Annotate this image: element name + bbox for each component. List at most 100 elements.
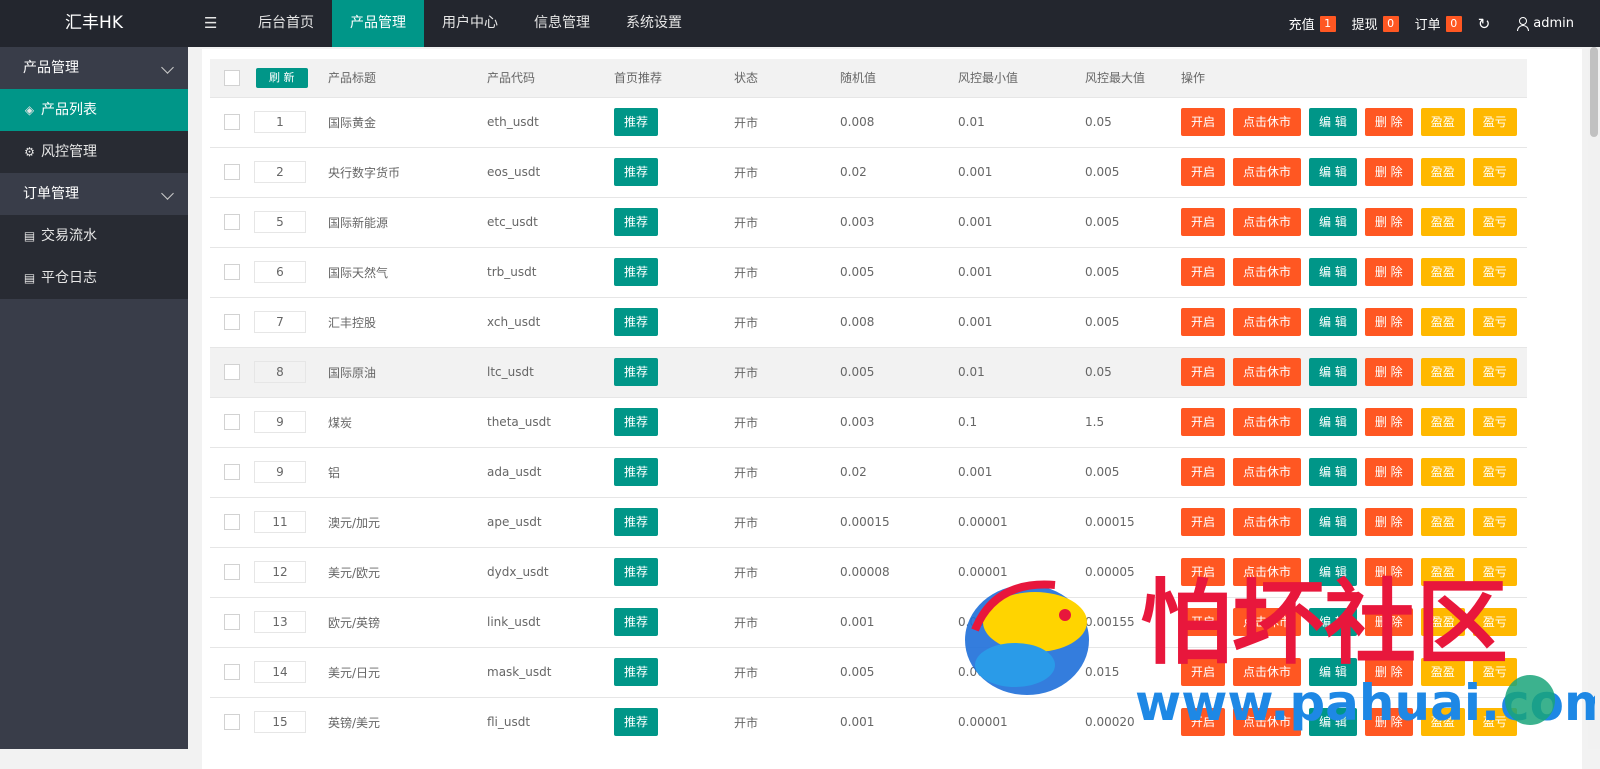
edit-button[interactable]: 编 辑 — [1309, 708, 1357, 737]
topnav-home[interactable]: 后台首页 — [240, 0, 332, 47]
delete-button[interactable]: 删 除 — [1364, 708, 1413, 737]
loss-button[interactable]: 盈亏 — [1472, 558, 1517, 586]
row-checkbox[interactable] — [224, 564, 240, 580]
delete-button[interactable]: 删 除 — [1364, 508, 1413, 536]
loss-button[interactable]: 盈亏 — [1472, 208, 1517, 236]
delete-button[interactable]: 删 除 — [1364, 208, 1413, 236]
loss-button[interactable]: 盈亏 — [1472, 608, 1517, 636]
edit-button[interactable]: 编 辑 — [1309, 108, 1357, 136]
menu-toggle-icon[interactable]: ☰ — [204, 14, 220, 32]
recommend-button[interactable]: 推荐 — [614, 358, 659, 386]
refresh-button[interactable]: 刷 新 — [256, 67, 308, 88]
open-button[interactable]: 开启 — [1181, 158, 1226, 186]
row-checkbox[interactable] — [224, 214, 240, 230]
close-market-button[interactable]: 点击休市 — [1233, 408, 1302, 436]
open-button[interactable]: 开启 — [1181, 658, 1226, 686]
edit-button[interactable]: 编 辑 — [1309, 608, 1357, 636]
sort-input[interactable]: 1 — [254, 111, 306, 133]
edit-button[interactable]: 编 辑 — [1309, 508, 1357, 536]
sidebar-item-close-log[interactable]: ▤ 平仓日志 — [0, 257, 188, 299]
sort-input[interactable]: 5 — [254, 211, 306, 233]
row-checkbox[interactable] — [224, 264, 240, 280]
close-market-button[interactable]: 点击休市 — [1233, 508, 1302, 536]
close-market-button[interactable]: 点击休市 — [1233, 458, 1302, 486]
row-checkbox[interactable] — [224, 114, 240, 130]
delete-button[interactable]: 删 除 — [1364, 158, 1413, 186]
profit-button[interactable]: 盈盈 — [1420, 458, 1465, 486]
profit-button[interactable]: 盈盈 — [1420, 208, 1465, 236]
scrollbar-thumb[interactable] — [1590, 47, 1598, 137]
row-checkbox[interactable] — [224, 664, 240, 680]
edit-button[interactable]: 编 辑 — [1309, 658, 1357, 686]
topnav-users[interactable]: 用户中心 — [424, 0, 516, 47]
loss-button[interactable]: 盈亏 — [1472, 258, 1517, 286]
sort-input[interactable]: 7 — [254, 311, 306, 333]
profit-button[interactable]: 盈盈 — [1420, 408, 1465, 436]
recommend-button[interactable]: 推荐 — [614, 658, 659, 686]
recommend-button[interactable]: 推荐 — [614, 258, 659, 286]
recommend-button[interactable]: 推荐 — [614, 458, 659, 486]
profit-button[interactable]: 盈盈 — [1420, 558, 1465, 586]
app-logo[interactable]: 汇丰HK — [0, 0, 188, 47]
loss-button[interactable]: 盈亏 — [1472, 408, 1517, 436]
close-market-button[interactable]: 点击休市 — [1233, 708, 1302, 737]
topnav-settings[interactable]: 系统设置 — [608, 0, 700, 47]
sort-input[interactable]: 13 — [254, 611, 306, 633]
close-market-button[interactable]: 点击休市 — [1233, 358, 1302, 386]
topnav-info[interactable]: 信息管理 — [516, 0, 608, 47]
profit-button[interactable]: 盈盈 — [1420, 258, 1465, 286]
row-checkbox[interactable] — [224, 414, 240, 430]
recommend-button[interactable]: 推荐 — [614, 208, 659, 236]
sort-input[interactable]: 9 — [254, 461, 306, 483]
sort-input[interactable]: 15 — [254, 711, 306, 734]
open-button[interactable]: 开启 — [1181, 308, 1226, 336]
edit-button[interactable]: 编 辑 — [1309, 558, 1357, 586]
open-button[interactable]: 开启 — [1181, 708, 1226, 737]
recharge-link[interactable]: 充值 1 — [1289, 14, 1336, 33]
sort-input[interactable]: 9 — [254, 411, 306, 433]
sort-input[interactable]: 11 — [254, 511, 306, 533]
row-checkbox[interactable] — [224, 614, 240, 630]
sidebar-item-risk[interactable]: ⚙ 风控管理 — [0, 131, 188, 173]
row-checkbox[interactable] — [224, 164, 240, 180]
profit-button[interactable]: 盈盈 — [1420, 658, 1465, 686]
delete-button[interactable]: 删 除 — [1364, 358, 1413, 386]
close-market-button[interactable]: 点击休市 — [1233, 208, 1302, 236]
edit-button[interactable]: 编 辑 — [1309, 158, 1357, 186]
topnav-products[interactable]: 产品管理 — [332, 0, 424, 47]
delete-button[interactable]: 删 除 — [1364, 458, 1413, 486]
loss-button[interactable]: 盈亏 — [1472, 508, 1517, 536]
scrollbar-track[interactable] — [1588, 47, 1600, 749]
edit-button[interactable]: 编 辑 — [1309, 208, 1357, 236]
sidebar-group-products[interactable]: 产品管理 — [0, 47, 188, 89]
sort-input[interactable]: 12 — [254, 561, 306, 583]
loss-button[interactable]: 盈亏 — [1472, 458, 1517, 486]
recommend-button[interactable]: 推荐 — [614, 108, 659, 136]
open-button[interactable]: 开启 — [1181, 558, 1226, 586]
user-menu[interactable]: admin — [1516, 16, 1574, 31]
order-link[interactable]: 订单 0 — [1415, 14, 1462, 33]
close-market-button[interactable]: 点击休市 — [1233, 608, 1302, 636]
open-button[interactable]: 开启 — [1181, 258, 1226, 286]
delete-button[interactable]: 删 除 — [1364, 658, 1413, 686]
sidebar-group-orders[interactable]: 订单管理 — [0, 173, 188, 215]
loss-button[interactable]: 盈亏 — [1472, 108, 1517, 136]
delete-button[interactable]: 删 除 — [1364, 308, 1413, 336]
open-button[interactable]: 开启 — [1181, 358, 1226, 386]
delete-button[interactable]: 删 除 — [1364, 258, 1413, 286]
sidebar-item-product-list[interactable]: ◈ 产品列表 — [0, 89, 188, 131]
profit-button[interactable]: 盈盈 — [1420, 108, 1465, 136]
close-market-button[interactable]: 点击休市 — [1233, 658, 1302, 686]
select-all-checkbox[interactable] — [224, 69, 240, 86]
open-button[interactable]: 开启 — [1181, 458, 1226, 486]
edit-button[interactable]: 编 辑 — [1309, 258, 1357, 286]
open-button[interactable]: 开启 — [1181, 208, 1226, 236]
row-checkbox[interactable] — [224, 714, 240, 731]
recommend-button[interactable]: 推荐 — [614, 158, 659, 186]
row-checkbox[interactable] — [224, 464, 240, 480]
edit-button[interactable]: 编 辑 — [1309, 308, 1357, 336]
recommend-button[interactable]: 推荐 — [614, 308, 659, 336]
loss-button[interactable]: 盈亏 — [1472, 158, 1517, 186]
row-checkbox[interactable] — [224, 314, 240, 330]
recommend-button[interactable]: 推荐 — [614, 558, 659, 586]
